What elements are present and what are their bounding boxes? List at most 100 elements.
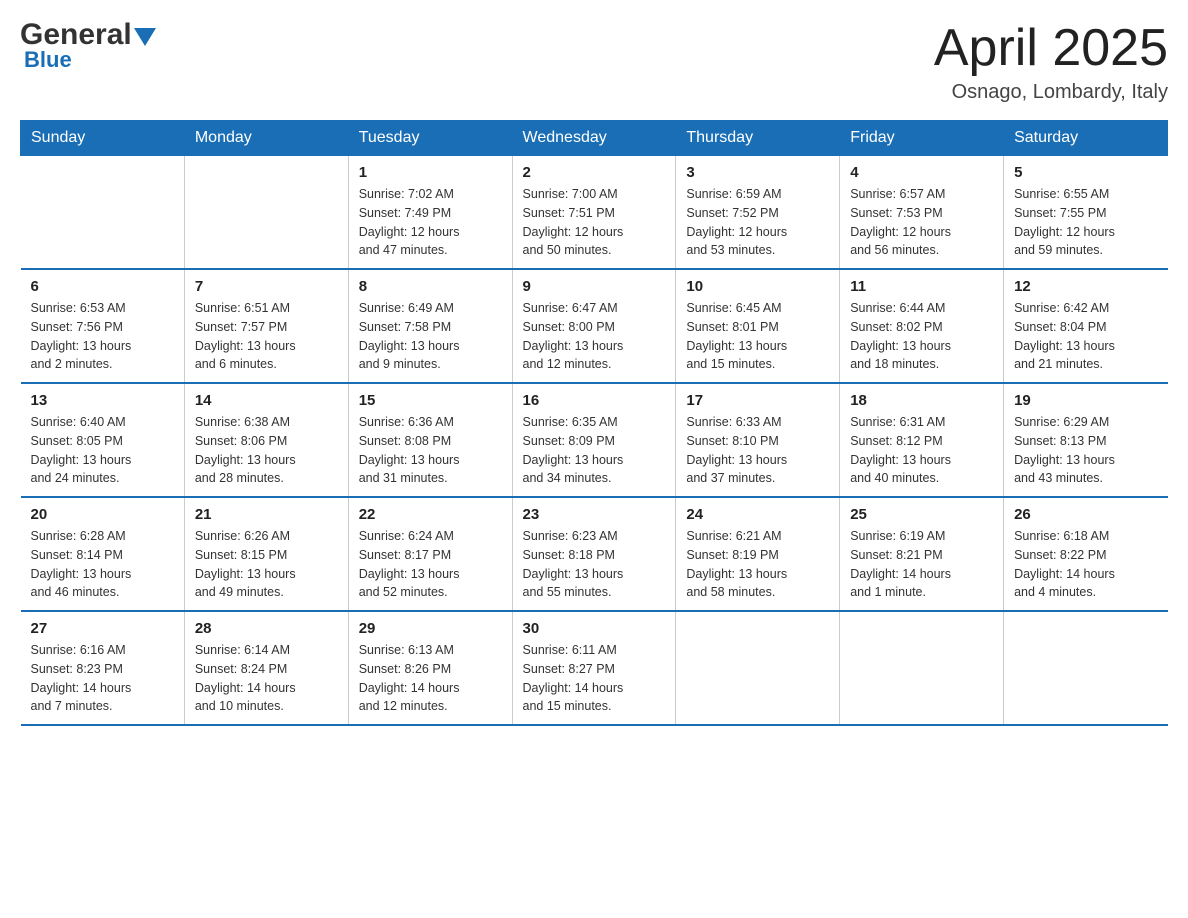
day-info: Sunrise: 6:16 AM Sunset: 8:23 PM Dayligh… xyxy=(31,641,174,716)
calendar-cell: 3Sunrise: 6:59 AM Sunset: 7:52 PM Daylig… xyxy=(676,156,840,270)
day-number: 15 xyxy=(359,392,502,409)
calendar-cell: 8 Sunrise: 6:49 AM Sunset: 7:58 PM Daylig… xyxy=(348,269,512,383)
day-number: 22 xyxy=(359,506,502,523)
day-info: Sunrise: 6:40 AM Sunset: 8:05 PM Dayligh… xyxy=(31,413,174,488)
day-info: Sunrise: 6:36 AM Sunset: 8:08 PM Dayligh… xyxy=(359,413,502,488)
day-number: 13 xyxy=(31,392,174,409)
day-number: 10 xyxy=(686,278,829,295)
calendar-cell xyxy=(1004,611,1168,725)
calendar-cell: 20 Sunrise: 6:28 AM Sunset: 8:14 PM Dayli… xyxy=(21,497,185,611)
weekday-header-tuesday: Tuesday xyxy=(348,121,512,156)
day-info: Sunrise: 6:28 AM Sunset: 8:14 PM Dayligh… xyxy=(31,527,174,602)
day-info: Sunrise: 7:02 AM Sunset: 7:49 PM Dayligh… xyxy=(359,185,502,260)
page-header: General Blue April 2025 Osnago, Lombardy… xyxy=(20,20,1168,104)
calendar-cell: 1 Sunrise: 7:02 AM Sunset: 7:49 PM Daylig… xyxy=(348,156,512,270)
calendar-cell: 27 Sunrise: 6:16 AM Sunset: 8:23 PM Dayli… xyxy=(21,611,185,725)
day-number: 25 xyxy=(850,506,993,523)
day-number: 18 xyxy=(850,392,993,409)
day-info: Sunrise: 6:18 AM Sunset: 8:22 PM Dayligh… xyxy=(1014,527,1157,602)
calendar-cell: 10 Sunrise: 6:45 AM Sunset: 8:01 PM Dayli… xyxy=(676,269,840,383)
month-title: April 2025 xyxy=(934,20,1168,77)
calendar-cell: 26Sunrise: 6:18 AM Sunset: 8:22 PM Dayli… xyxy=(1004,497,1168,611)
day-info: Sunrise: 6:53 AM Sunset: 7:56 PM Dayligh… xyxy=(31,299,174,374)
day-number: 23 xyxy=(523,506,666,523)
calendar-cell: 29 Sunrise: 6:13 AM Sunset: 8:26 PM Dayli… xyxy=(348,611,512,725)
weekday-header-friday: Friday xyxy=(840,121,1004,156)
day-info: Sunrise: 6:49 AM Sunset: 7:58 PM Dayligh… xyxy=(359,299,502,374)
day-info: Sunrise: 7:00 AM Sunset: 7:51 PM Dayligh… xyxy=(523,185,666,260)
day-info: Sunrise: 6:47 AM Sunset: 8:00 PM Dayligh… xyxy=(523,299,666,374)
calendar-cell: 2 Sunrise: 7:00 AM Sunset: 7:51 PM Daylig… xyxy=(512,156,676,270)
logo-arrow-icon xyxy=(134,23,156,51)
calendar-cell: 18 Sunrise: 6:31 AM Sunset: 8:12 PM Dayli… xyxy=(840,383,1004,497)
day-number: 5 xyxy=(1014,164,1157,181)
calendar-cell: 14 Sunrise: 6:38 AM Sunset: 8:06 PM Dayli… xyxy=(184,383,348,497)
calendar-cell: 25Sunrise: 6:19 AM Sunset: 8:21 PM Dayli… xyxy=(840,497,1004,611)
day-number: 21 xyxy=(195,506,338,523)
day-info: Sunrise: 6:29 AM Sunset: 8:13 PM Dayligh… xyxy=(1014,413,1157,488)
day-number: 24 xyxy=(686,506,829,523)
day-number: 12 xyxy=(1014,278,1157,295)
week-row-5: 27 Sunrise: 6:16 AM Sunset: 8:23 PM Dayli… xyxy=(21,611,1168,725)
day-number: 16 xyxy=(523,392,666,409)
day-number: 3 xyxy=(686,164,829,181)
calendar-cell: 13 Sunrise: 6:40 AM Sunset: 8:05 PM Dayli… xyxy=(21,383,185,497)
calendar-cell: 5 Sunrise: 6:55 AM Sunset: 7:55 PM Daylig… xyxy=(1004,156,1168,270)
calendar-cell: 9 Sunrise: 6:47 AM Sunset: 8:00 PM Daylig… xyxy=(512,269,676,383)
day-number: 1 xyxy=(359,164,502,181)
day-info: Sunrise: 6:26 AM Sunset: 8:15 PM Dayligh… xyxy=(195,527,338,602)
day-number: 27 xyxy=(31,620,174,637)
calendar-table: SundayMondayTuesdayWednesdayThursdayFrid… xyxy=(20,120,1168,726)
day-info: Sunrise: 6:38 AM Sunset: 8:06 PM Dayligh… xyxy=(195,413,338,488)
calendar-cell: 15 Sunrise: 6:36 AM Sunset: 8:08 PM Dayli… xyxy=(348,383,512,497)
logo-blue-text: Blue xyxy=(24,47,72,73)
weekday-header-wednesday: Wednesday xyxy=(512,121,676,156)
day-info: Sunrise: 6:31 AM Sunset: 8:12 PM Dayligh… xyxy=(850,413,993,488)
day-info: Sunrise: 6:13 AM Sunset: 8:26 PM Dayligh… xyxy=(359,641,502,716)
calendar-cell: 16 Sunrise: 6:35 AM Sunset: 8:09 PM Dayli… xyxy=(512,383,676,497)
day-number: 19 xyxy=(1014,392,1157,409)
week-row-3: 13 Sunrise: 6:40 AM Sunset: 8:05 PM Dayli… xyxy=(21,383,1168,497)
day-number: 28 xyxy=(195,620,338,637)
day-info: Sunrise: 6:51 AM Sunset: 7:57 PM Dayligh… xyxy=(195,299,338,374)
day-info: Sunrise: 6:55 AM Sunset: 7:55 PM Dayligh… xyxy=(1014,185,1157,260)
weekday-header-monday: Monday xyxy=(184,121,348,156)
calendar-cell xyxy=(676,611,840,725)
weekday-header-sunday: Sunday xyxy=(21,121,185,156)
calendar-cell: 6 Sunrise: 6:53 AM Sunset: 7:56 PM Daylig… xyxy=(21,269,185,383)
calendar-cell: 24 Sunrise: 6:21 AM Sunset: 8:19 PM Dayli… xyxy=(676,497,840,611)
day-number: 6 xyxy=(31,278,174,295)
day-info: Sunrise: 6:21 AM Sunset: 8:19 PM Dayligh… xyxy=(686,527,829,602)
calendar-cell: 19 Sunrise: 6:29 AM Sunset: 8:13 PM Dayli… xyxy=(1004,383,1168,497)
day-number: 4 xyxy=(850,164,993,181)
calendar-cell: 30Sunrise: 6:11 AM Sunset: 8:27 PM Dayli… xyxy=(512,611,676,725)
day-number: 7 xyxy=(195,278,338,295)
day-info: Sunrise: 6:23 AM Sunset: 8:18 PM Dayligh… xyxy=(523,527,666,602)
day-number: 2 xyxy=(523,164,666,181)
weekday-header-saturday: Saturday xyxy=(1004,121,1168,156)
week-row-4: 20 Sunrise: 6:28 AM Sunset: 8:14 PM Dayli… xyxy=(21,497,1168,611)
calendar-cell: 17Sunrise: 6:33 AM Sunset: 8:10 PM Dayli… xyxy=(676,383,840,497)
calendar-cell xyxy=(184,156,348,270)
calendar-cell: 11Sunrise: 6:44 AM Sunset: 8:02 PM Dayli… xyxy=(840,269,1004,383)
day-number: 9 xyxy=(523,278,666,295)
weekday-header-thursday: Thursday xyxy=(676,121,840,156)
calendar-cell xyxy=(21,156,185,270)
day-info: Sunrise: 6:35 AM Sunset: 8:09 PM Dayligh… xyxy=(523,413,666,488)
calendar-cell: 23 Sunrise: 6:23 AM Sunset: 8:18 PM Dayli… xyxy=(512,497,676,611)
day-number: 20 xyxy=(31,506,174,523)
logo: General Blue xyxy=(20,20,156,73)
weekday-header-row: SundayMondayTuesdayWednesdayThursdayFrid… xyxy=(21,121,1168,156)
day-number: 8 xyxy=(359,278,502,295)
day-info: Sunrise: 6:45 AM Sunset: 8:01 PM Dayligh… xyxy=(686,299,829,374)
day-info: Sunrise: 6:14 AM Sunset: 8:24 PM Dayligh… xyxy=(195,641,338,716)
calendar-cell: 28 Sunrise: 6:14 AM Sunset: 8:24 PM Dayli… xyxy=(184,611,348,725)
calendar-cell xyxy=(840,611,1004,725)
calendar-cell: 21 Sunrise: 6:26 AM Sunset: 8:15 PM Dayli… xyxy=(184,497,348,611)
day-info: Sunrise: 6:42 AM Sunset: 8:04 PM Dayligh… xyxy=(1014,299,1157,374)
day-number: 11 xyxy=(850,278,993,295)
day-number: 14 xyxy=(195,392,338,409)
day-number: 30 xyxy=(523,620,666,637)
day-number: 29 xyxy=(359,620,502,637)
calendar-cell: 4Sunrise: 6:57 AM Sunset: 7:53 PM Daylig… xyxy=(840,156,1004,270)
